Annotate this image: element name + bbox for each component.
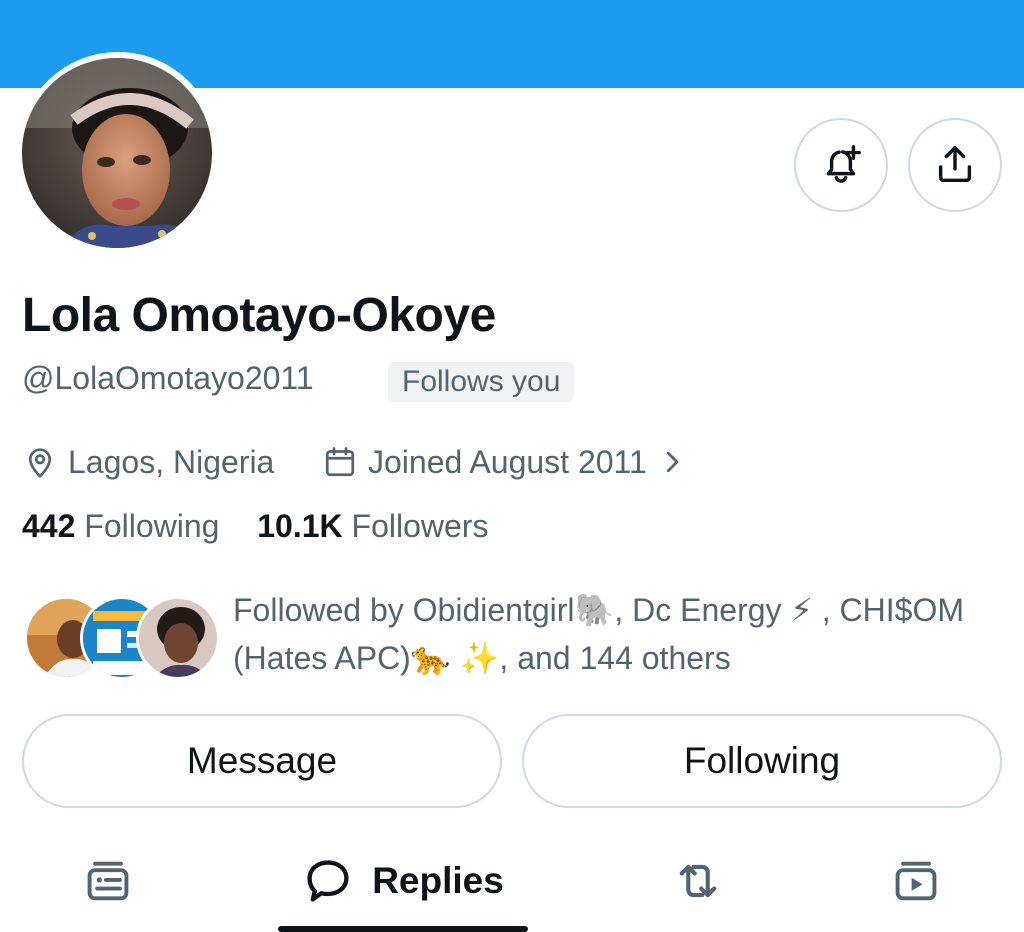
repost-icon — [679, 864, 717, 898]
bell-plus-icon — [826, 145, 861, 183]
calendar-icon — [325, 447, 355, 477]
message-button[interactable]: Message — [22, 714, 502, 808]
location-text: Lagos, Nigeria — [68, 443, 275, 480]
mutual-avatar-3 — [136, 596, 220, 680]
mutual-followers-avatars[interactable] — [24, 596, 220, 680]
profile-avatar[interactable] — [22, 58, 212, 248]
followers-stat[interactable]: 10.1K Followers — [257, 508, 488, 544]
following-label: Following — [84, 508, 220, 544]
notify-button[interactable] — [794, 118, 888, 212]
follow-stats: 442 Following 10.1K Followers — [22, 508, 488, 545]
tab-replies[interactable]: Replies — [278, 838, 528, 924]
chevron-right-icon — [666, 451, 679, 473]
user-handle: @LolaOmotayo2011 — [22, 360, 314, 396]
media-icon — [895, 861, 937, 901]
follows-you-badge: Follows you — [388, 362, 575, 402]
following-stat[interactable]: 442 Following — [22, 508, 219, 544]
avatar-image — [22, 58, 212, 248]
joined-text: Joined August 2011 — [368, 443, 647, 480]
followed-by-text[interactable]: Followed by Obidientgirl🐘, Dc Energy ⚡ ,… — [233, 586, 993, 682]
following-button[interactable]: Following — [522, 714, 1002, 808]
share-icon — [938, 146, 972, 183]
profile-tab-bar: Replies — [0, 838, 1024, 932]
tab-reposts[interactable] — [646, 838, 750, 924]
followers-count: 10.1K — [257, 508, 343, 544]
speech-bubble-icon — [307, 860, 349, 902]
display-name: Lola Omotayo-Okoye — [22, 289, 496, 342]
tab-replies-label: Replies — [372, 860, 504, 901]
active-tab-indicator — [278, 926, 528, 932]
following-count: 442 — [22, 508, 76, 544]
followers-label: Followers — [351, 508, 489, 544]
tab-posts[interactable] — [56, 838, 160, 924]
location: Lagos, Nigeria — [22, 440, 274, 484]
tab-media[interactable] — [864, 838, 968, 924]
posts-icon — [87, 861, 129, 901]
location-pin-icon — [28, 448, 52, 478]
share-button[interactable] — [908, 118, 1002, 212]
joined-date[interactable]: Joined August 2011 — [322, 440, 687, 484]
mutual-avatar-image — [139, 599, 217, 677]
